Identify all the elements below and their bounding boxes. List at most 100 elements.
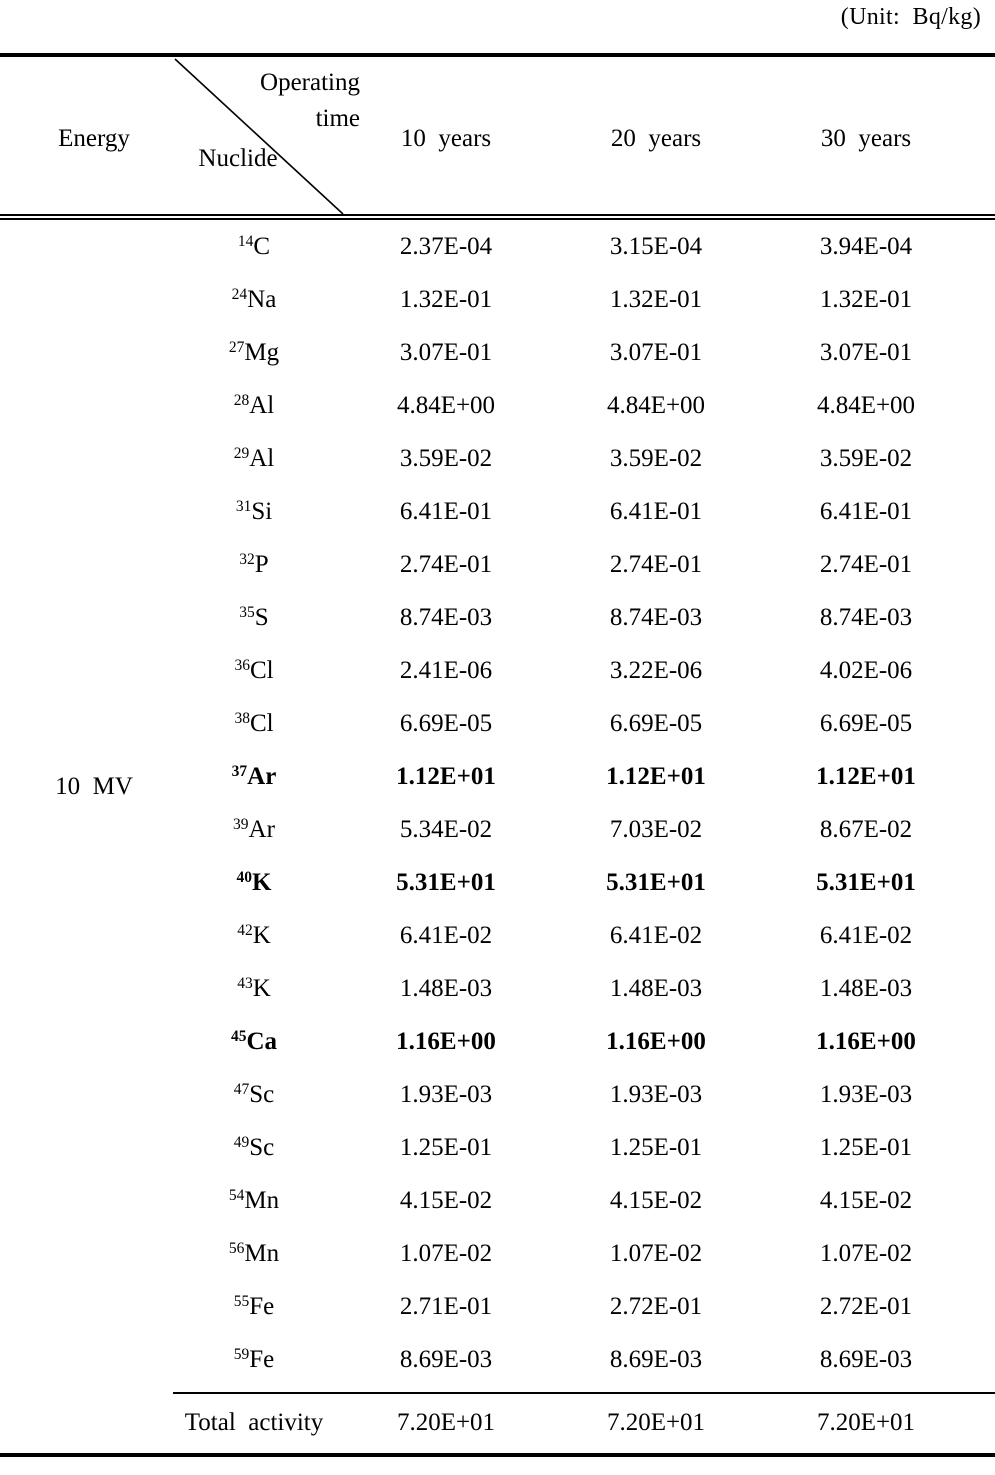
nuclide-label: 42K	[168, 909, 340, 962]
header-column-20-years: 20 years	[610, 125, 702, 152]
activity-value: 1.12E+01	[396, 763, 496, 790]
nuclide-mass-number: 32	[239, 550, 255, 568]
activity-value: 6.41E-02	[609, 922, 703, 949]
nuclide-label: 36Cl	[168, 644, 340, 697]
nuclide-mass-number: 40	[236, 868, 253, 886]
activity-value: 2.74E-01	[399, 551, 493, 578]
nuclide-mass-number: 42	[237, 921, 253, 939]
nuclide-element-symbol: Fe	[249, 1346, 275, 1373]
nuclide-mass-number: 29	[233, 444, 250, 462]
nuclide-element-symbol: Cl	[249, 710, 274, 737]
nuclide-label: 39Ar	[168, 803, 340, 856]
activity-value: 1.32E-01	[609, 286, 703, 313]
activity-value: 3.59E-02	[819, 445, 913, 472]
nuclide-label: 56Mn	[168, 1227, 340, 1280]
activity-value: 4.15E-02	[399, 1187, 493, 1214]
table-bottom-rule	[0, 1453, 995, 1457]
activity-value: 3.59E-02	[609, 445, 703, 472]
total-activity-value-20-years: 7.20E+01	[606, 1409, 706, 1436]
activity-value: 1.07E-02	[609, 1240, 703, 1267]
table-row: 32P 2.74E-01 2.74E-01 2.74E-01	[0, 538, 995, 591]
nuclide-mass-number: 43	[237, 974, 253, 992]
nuclide-mass-number: 24	[231, 285, 248, 303]
activity-value: 2.37E-04	[399, 233, 493, 260]
table-row: 45Ca 1.16E+00 1.16E+00 1.16E+00	[0, 1015, 995, 1068]
activity-value: 1.07E-02	[819, 1240, 913, 1267]
activity-value: 1.16E+00	[606, 1028, 706, 1055]
table-row: 14C 2.37E-04 3.15E-04 3.94E-04	[0, 220, 995, 273]
activity-value: 4.15E-02	[819, 1187, 913, 1214]
nuclide-mass-number: 54	[228, 1186, 245, 1204]
header-operating-line2: time	[315, 105, 360, 133]
activity-value: 3.94E-04	[819, 233, 913, 260]
activity-value: 5.31E+01	[816, 869, 916, 896]
activity-value: 2.72E-01	[819, 1293, 913, 1320]
activity-value: 1.48E-03	[819, 975, 913, 1002]
total-activity-value-10-years: 7.20E+01	[396, 1409, 496, 1436]
activity-value: 3.07E-01	[819, 339, 913, 366]
total-activity-row: Total activity 7.20E+01 7.20E+01 7.20E+0…	[0, 1396, 995, 1449]
nuclide-mass-number: 39	[233, 815, 249, 833]
nuclide-label: 35S	[168, 591, 340, 644]
nuclide-label: 29Al	[168, 432, 340, 485]
nuclide-element-symbol: Ca	[246, 1028, 278, 1055]
nuclide-mass-number: 37	[231, 762, 248, 780]
table-row: 35S 8.74E-03 8.74E-03 8.74E-03	[0, 591, 995, 644]
activity-value: 6.41E-01	[819, 498, 913, 525]
header-energy-label: Energy	[58, 125, 130, 152]
nuclide-label: 49Sc	[168, 1121, 340, 1174]
activity-value: 1.12E+01	[816, 763, 916, 790]
activity-value: 8.74E-03	[609, 604, 703, 631]
activity-value: 2.41E-06	[399, 657, 493, 684]
activity-value: 6.41E-02	[819, 922, 913, 949]
table-row: 59Fe 8.69E-03 8.69E-03 8.69E-03	[0, 1333, 995, 1386]
activity-value: 6.41E-01	[609, 498, 703, 525]
activity-value: 8.69E-03	[609, 1346, 703, 1373]
nuclide-element-symbol: Ar	[247, 763, 277, 790]
activity-value: 1.25E-01	[819, 1134, 913, 1161]
nuclide-element-symbol: C	[253, 233, 271, 260]
activity-value: 1.12E+01	[606, 763, 706, 790]
nuclide-element-symbol: Ar	[248, 816, 275, 843]
activity-value: 3.07E-01	[609, 339, 703, 366]
nuclide-element-symbol: P	[254, 551, 269, 578]
total-activity-label: Total activity	[184, 1409, 324, 1436]
table-row: 28Al 4.84E+00 4.84E+00 4.84E+00	[0, 379, 995, 432]
nuclide-label: 37Ar	[168, 750, 340, 803]
nuclide-mass-number: 14	[237, 232, 254, 250]
header-operating-line1: Operating	[260, 69, 360, 96]
nuclide-mass-number: 27	[228, 338, 245, 356]
nuclide-element-symbol: Mn	[244, 1187, 280, 1214]
activity-value: 6.41E-01	[399, 498, 493, 525]
activity-value: 2.71E-01	[399, 1293, 493, 1320]
nuclide-element-symbol: Mg	[244, 339, 280, 366]
table-row: 37Ar 1.12E+01 1.12E+01 1.12E+01	[0, 750, 995, 803]
nuclide-element-symbol: Al	[249, 392, 275, 419]
activity-value: 1.32E-01	[399, 286, 493, 313]
activity-value: 8.74E-03	[819, 604, 913, 631]
table-row: 36Cl 2.41E-06 3.22E-06 4.02E-06	[0, 644, 995, 697]
activity-value: 8.69E-03	[399, 1346, 493, 1373]
table-row: 40K 5.31E+01 5.31E+01 5.31E+01	[0, 856, 995, 909]
activity-value: 3.07E-01	[399, 339, 493, 366]
activity-value: 1.07E-02	[399, 1240, 493, 1267]
table-row: 29Al 3.59E-02 3.59E-02 3.59E-02	[0, 432, 995, 485]
nuclide-label: 24Na	[168, 273, 340, 326]
table-row: 24Na 1.32E-01 1.32E-01 1.32E-01	[0, 273, 995, 326]
table-row: 43K 1.48E-03 1.48E-03 1.48E-03	[0, 962, 995, 1015]
nuclide-element-symbol: S	[254, 604, 269, 631]
nuclide-element-symbol: Na	[247, 286, 277, 313]
activity-value: 1.25E-01	[399, 1134, 493, 1161]
table-row: 49Sc 1.25E-01 1.25E-01 1.25E-01	[0, 1121, 995, 1174]
nuclide-mass-number: 38	[234, 709, 250, 727]
nuclide-element-symbol: K	[252, 922, 271, 949]
nuclide-mass-number: 59	[233, 1345, 250, 1363]
activity-value: 6.69E-05	[819, 710, 913, 737]
activity-value: 1.16E+00	[816, 1028, 916, 1055]
nuclide-element-symbol: Si	[251, 498, 273, 525]
activity-value: 1.93E-03	[399, 1081, 493, 1108]
activity-value: 6.69E-05	[609, 710, 703, 737]
nuclide-element-symbol: Mn	[244, 1240, 280, 1267]
total-row-top-rule	[173, 1392, 995, 1394]
nuclide-mass-number: 28	[233, 391, 250, 409]
